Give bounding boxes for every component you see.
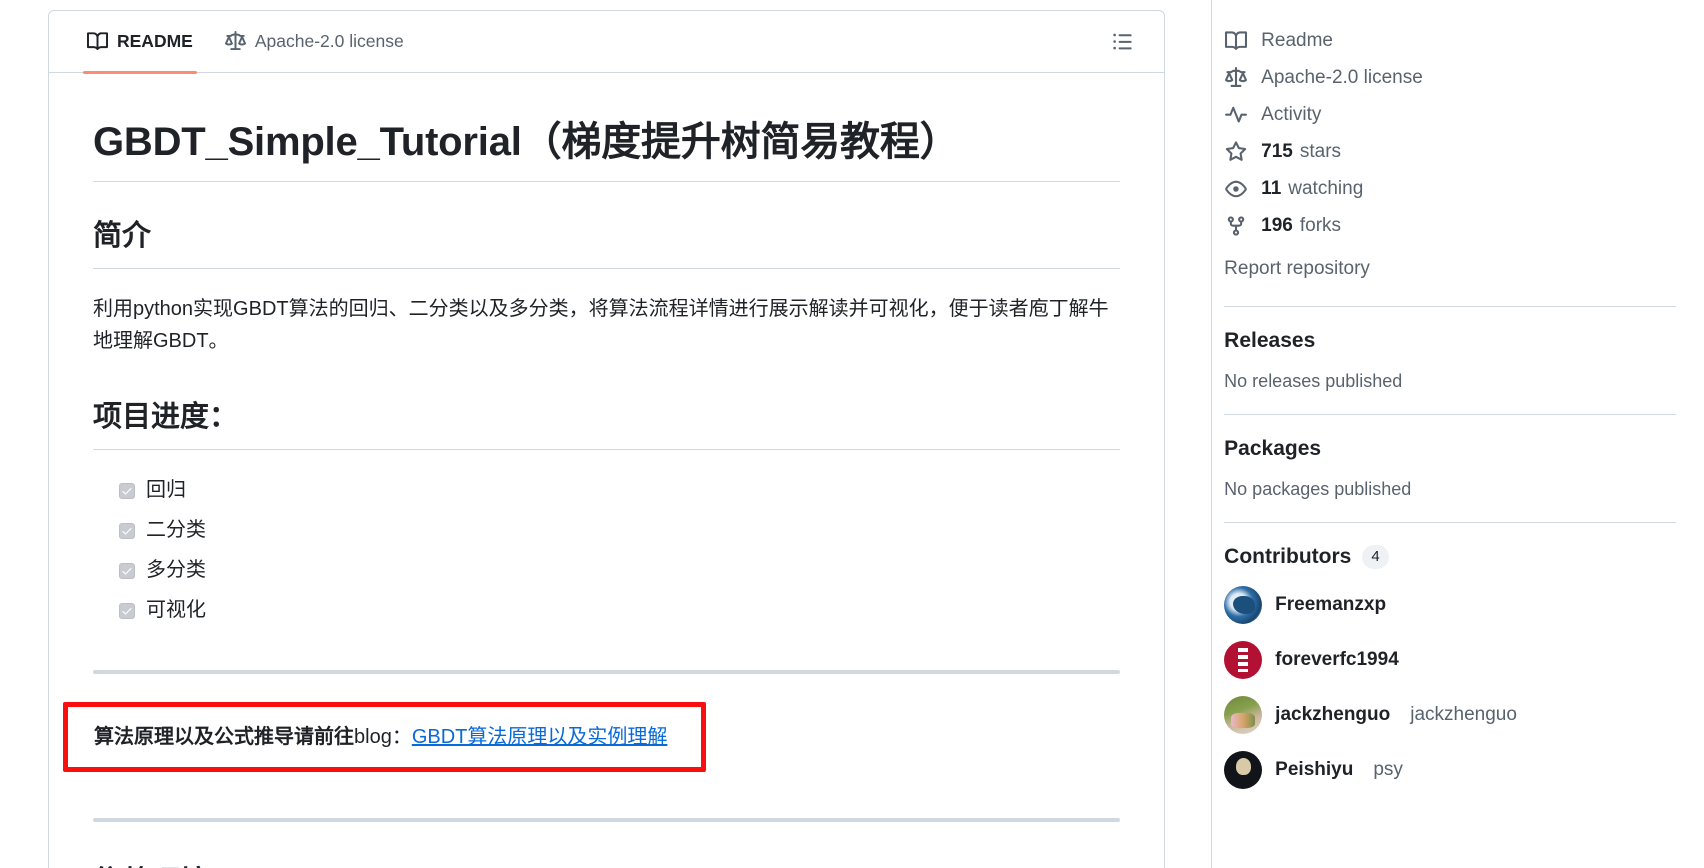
checkbox-checked-icon xyxy=(119,523,135,540)
sidebar-item-label: Activity xyxy=(1261,103,1322,125)
task-label: 多分类 xyxy=(146,559,206,582)
tab-readme-label: README xyxy=(117,31,193,51)
blog-reference-bold-text: 算法原理以及公式推导请前往 xyxy=(94,726,354,749)
page-title: GBDT_Simple_Tutorial（梯度提升树简易教程） xyxy=(93,117,1120,182)
packages-empty-text: No packages published xyxy=(1224,479,1412,499)
book-icon xyxy=(1224,29,1248,53)
heading-progress: 项目进度： xyxy=(93,399,1120,451)
contributor-row[interactable]: jackzhenguo jackzhenguo xyxy=(1224,696,1676,734)
packages-heading-label: Packages xyxy=(1224,437,1322,460)
releases-heading-label: Releases xyxy=(1224,329,1316,352)
contributor-row[interactable]: Freemanzxp xyxy=(1224,586,1676,624)
progress-task-list: 回归 二分类 多分类 可视化 xyxy=(93,476,1120,624)
readme-tabbar: README Apache-2.0 license xyxy=(49,11,1164,74)
checkbox-checked-icon xyxy=(119,603,135,620)
list-item: 多分类 xyxy=(119,556,1120,584)
contributor-alias: psy xyxy=(1373,759,1403,780)
sidebar-divider-packages xyxy=(1224,414,1676,415)
contributors-heading-label: Contributors xyxy=(1224,545,1352,568)
list-item: 可视化 xyxy=(119,596,1120,624)
contributor-name: Freemanzxp xyxy=(1275,594,1387,615)
pulse-icon xyxy=(1224,103,1248,127)
sidebar-item-forks[interactable]: 196 forks xyxy=(1224,207,1676,244)
contributor-row[interactable]: foreverfc1994 xyxy=(1224,641,1676,679)
checkbox-checked-icon xyxy=(119,563,135,580)
sidebar-item-label: forks xyxy=(1299,214,1342,236)
checkbox-checked-icon xyxy=(119,483,135,500)
stars-count: 715 xyxy=(1261,140,1293,162)
sidebar-item-activity[interactable]: Activity xyxy=(1224,96,1676,133)
sidebar-item-label: Readme xyxy=(1261,29,1333,51)
task-label: 可视化 xyxy=(146,599,206,622)
sidebar-item-readme[interactable]: Readme xyxy=(1224,22,1676,59)
avatar xyxy=(1224,586,1263,624)
heading-intro: 简介 xyxy=(93,218,1120,269)
avatar xyxy=(1224,751,1263,789)
tab-readme[interactable]: README xyxy=(71,11,209,74)
sidebar-divider-contributors xyxy=(1224,522,1676,523)
heading-dependencies: 依赖环境 xyxy=(93,864,1120,868)
releases-heading[interactable]: Releases xyxy=(1224,329,1676,353)
sidebar-item-label: Apache-2.0 license xyxy=(1261,66,1423,88)
contributor-name: jackzhenguo xyxy=(1275,704,1391,725)
avatar xyxy=(1224,641,1263,679)
tab-license-label: Apache-2.0 license xyxy=(254,31,404,51)
avatar xyxy=(1224,696,1263,734)
law-icon xyxy=(224,31,246,52)
github-readme-page: README Apache-2.0 license GBDT_Simple_Tu… xyxy=(0,0,1704,868)
blog-reference-line: 算法原理以及公式推导请前往blog：GBDT算法原理以及实例理解 xyxy=(94,723,701,751)
sidebar-item-watching[interactable]: 11 watching xyxy=(1224,170,1676,207)
packages-heading[interactable]: Packages xyxy=(1224,437,1676,461)
blog-reference-plain-text: blog： xyxy=(354,726,412,749)
section-divider-2 xyxy=(93,818,1120,823)
report-repository-link[interactable]: Report repository xyxy=(1224,254,1676,284)
tab-license[interactable]: Apache-2.0 license xyxy=(209,11,420,73)
law-icon xyxy=(1224,66,1248,90)
sidebar-item-stars[interactable]: 715 stars xyxy=(1224,133,1676,170)
list-unordered-icon[interactable] xyxy=(1104,24,1140,60)
sidebar-divider-releases xyxy=(1224,306,1676,307)
book-icon xyxy=(87,31,108,52)
list-item: 二分类 xyxy=(119,516,1120,544)
contributor-name: Peishiyu xyxy=(1275,759,1354,780)
contributor-row[interactable]: Peishiyu psy xyxy=(1224,751,1676,789)
contributors-heading[interactable]: Contributors 4 xyxy=(1224,545,1676,569)
releases-empty-text: No releases published xyxy=(1224,371,1403,391)
list-item: 回归 xyxy=(119,476,1120,504)
contributor-name: foreverfc1994 xyxy=(1275,649,1399,670)
sidebar-item-label: watching xyxy=(1288,177,1364,199)
section-divider xyxy=(93,670,1120,675)
blog-link[interactable]: GBDT算法原理以及实例理解 xyxy=(412,726,668,748)
fork-icon xyxy=(1224,214,1248,238)
highlight-annotation-box: 算法原理以及公式推导请前往blog：GBDT算法原理以及实例理解 xyxy=(63,702,706,773)
task-label: 二分类 xyxy=(146,519,206,542)
watching-count: 11 xyxy=(1261,177,1282,199)
forks-count: 196 xyxy=(1261,214,1293,236)
sidebar-inner: Readme Apache-2.0 license Activity 715 s… xyxy=(1224,22,1704,789)
contributor-alias: jackzhenguo xyxy=(1410,704,1517,725)
repo-sidebar: Readme Apache-2.0 license Activity 715 s… xyxy=(1211,0,1704,868)
sidebar-item-label: stars xyxy=(1299,140,1342,162)
star-icon xyxy=(1224,140,1248,164)
readme-body: GBDT_Simple_Tutorial（梯度提升树简易教程） 简介 利用pyt… xyxy=(49,73,1164,868)
contributors-count-badge: 4 xyxy=(1362,545,1389,569)
eye-icon xyxy=(1224,177,1248,201)
readme-card: README Apache-2.0 license GBDT_Simple_Tu… xyxy=(48,10,1165,868)
sidebar-item-license[interactable]: Apache-2.0 license xyxy=(1224,59,1676,96)
readme-column: README Apache-2.0 license GBDT_Simple_Tu… xyxy=(0,0,1207,868)
task-label: 回归 xyxy=(146,479,186,502)
intro-paragraph: 利用python实现GBDT算法的回归、二分类以及多分类，将算法流程详情进行展示… xyxy=(93,297,1109,353)
